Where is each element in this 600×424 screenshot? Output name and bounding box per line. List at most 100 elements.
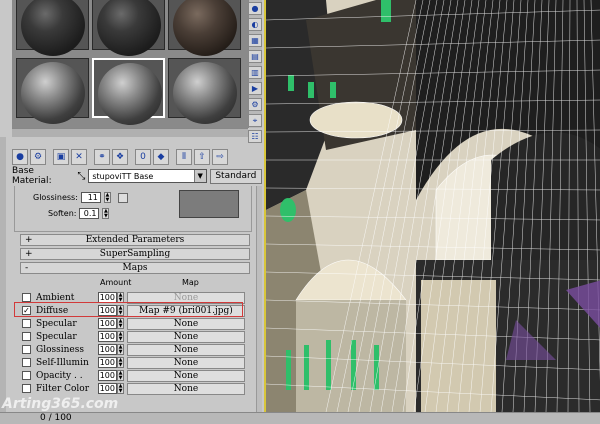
- map-channel-label: Ambient: [36, 292, 75, 303]
- expand-plus-icon: +: [25, 235, 33, 245]
- rollout-extended-parameters[interactable]: + Extended Parameters: [20, 234, 250, 246]
- map-channel-label: Specular: [36, 331, 77, 342]
- map-enable-checkbox[interactable]: [22, 384, 31, 393]
- map-amount-input[interactable]: 100: [98, 383, 117, 394]
- map-slot-button[interactable]: None: [127, 343, 245, 356]
- panel-left-edge: [0, 137, 6, 424]
- backlight-icon[interactable]: ◐: [248, 18, 262, 31]
- map-row-self-illumin: Self-Illumin 100 ▲ ▼ None: [22, 356, 252, 369]
- map-amount-input[interactable]: 100: [98, 318, 117, 329]
- sample-slot-4[interactable]: [16, 58, 89, 124]
- basic-parameters-rollout: Glossiness: 11 ▲ ▼ Soften: 0.1 ▲ ▼: [14, 186, 252, 232]
- map-slot-button[interactable]: None: [127, 330, 245, 343]
- show-map-in-viewport-icon[interactable]: ◆: [153, 149, 169, 165]
- map-amount-spinner[interactable]: ▲ ▼: [117, 383, 124, 394]
- assign-to-selection-icon[interactable]: ▣: [53, 149, 69, 165]
- chevron-down-icon[interactable]: ▼: [193, 170, 206, 182]
- map-amount-spinner[interactable]: ▲ ▼: [117, 318, 124, 329]
- expand-plus-icon: +: [25, 249, 33, 259]
- soften-label: Soften:: [48, 209, 77, 218]
- material-name-dropdown[interactable]: stupoviTT Base ▼: [88, 169, 207, 183]
- slots-horizontal-scrollbar[interactable]: [12, 128, 248, 137]
- map-slot-button[interactable]: None: [127, 356, 245, 369]
- map-amount-input[interactable]: 100: [98, 357, 117, 368]
- map-header: Map: [182, 278, 199, 287]
- map-enable-checkbox[interactable]: [22, 332, 31, 341]
- material-toolbar: ● ⚙ ▣ ✕ ⚭ ❖ 0 ◆ ⫴ ⇧ ⇨: [12, 147, 257, 167]
- map-enable-checkbox[interactable]: [22, 319, 31, 328]
- material-editor-panel: ▲ ▼ ● ⚙ ▣ ✕ ⚭ ❖ 0 ◆ ⫴ ⇧ ⇨ Base Material:…: [0, 0, 264, 424]
- put-to-library-icon[interactable]: ❖: [112, 149, 128, 165]
- rollout-extended-label: Extended Parameters: [85, 235, 185, 245]
- glossiness-input[interactable]: 11: [80, 192, 101, 203]
- rollout-maps-label: Maps: [122, 263, 148, 273]
- map-slot-button[interactable]: None: [127, 382, 245, 395]
- background-icon[interactable]: ▦: [248, 34, 262, 47]
- go-forward-icon[interactable]: ⇨: [212, 149, 228, 165]
- select-by-material-icon[interactable]: ⌖: [248, 114, 262, 127]
- map-channel-label: Self-Illumin: [36, 357, 89, 368]
- highlight-curve-preview: [179, 190, 239, 218]
- sample-slot-2[interactable]: [92, 0, 165, 56]
- make-unique-icon[interactable]: ⚭: [94, 149, 110, 165]
- soften-input[interactable]: 0.1: [79, 208, 100, 219]
- pick-material-icon[interactable]: ⤡: [77, 171, 85, 182]
- rollout-supersampling[interactable]: + SuperSampling: [20, 248, 250, 260]
- watermark-text: Arting365.com: [2, 396, 119, 412]
- reset-map-icon[interactable]: ✕: [71, 149, 87, 165]
- video-color-check-icon[interactable]: ▥: [248, 66, 262, 79]
- perspective-viewport[interactable]: [264, 0, 600, 412]
- sample-slot-5-selected[interactable]: [92, 58, 165, 125]
- map-enable-checkbox[interactable]: [22, 358, 31, 367]
- map-slot-button[interactable]: None: [127, 317, 245, 330]
- map-row-specular: Specular 100 ▲ ▼ None: [22, 317, 252, 330]
- show-end-result-icon[interactable]: ⫴: [176, 149, 192, 165]
- map-amount-spinner[interactable]: ▲ ▼: [117, 331, 124, 342]
- map-amount-input[interactable]: 100: [98, 331, 117, 342]
- uv-tiling-icon[interactable]: ▤: [248, 50, 262, 63]
- glossiness-spinner[interactable]: ▲ ▼: [103, 192, 111, 203]
- map-amount-input[interactable]: 100: [98, 370, 117, 381]
- soften-row: Soften: 0.1 ▲ ▼: [48, 208, 110, 219]
- rollout-supersampling-label: SuperSampling: [99, 249, 171, 259]
- sample-type-icon[interactable]: ●: [248, 2, 262, 15]
- base-material-label: Base Material:: [12, 166, 52, 186]
- map-channel-label: Specular: [36, 318, 77, 329]
- map-enable-checkbox[interactable]: [22, 293, 31, 302]
- collapse-minus-icon: -: [25, 263, 29, 273]
- map-slot-button[interactable]: None: [127, 369, 245, 382]
- map-amount-spinner[interactable]: ▲ ▼: [117, 344, 124, 355]
- options-icon[interactable]: ⚙: [248, 98, 262, 111]
- sample-slot-1[interactable]: [16, 0, 89, 56]
- time-slider-bar[interactable]: 0 / 100: [0, 412, 600, 424]
- map-row-opacity: Opacity . . 100 ▲ ▼ None: [22, 369, 252, 382]
- glossiness-map-button[interactable]: [117, 192, 128, 203]
- map-row-glossiness: Glossiness 100 ▲ ▼ None: [22, 343, 252, 356]
- map-amount-input[interactable]: 100: [98, 344, 117, 355]
- sample-slot-6[interactable]: [168, 58, 241, 124]
- get-material-icon[interactable]: ●: [12, 149, 28, 165]
- glossiness-row: Glossiness: 11 ▲ ▼: [33, 192, 128, 203]
- map-channel-label: Opacity . .: [36, 370, 83, 381]
- go-to-parent-icon[interactable]: ⇧: [194, 149, 210, 165]
- material-type-button[interactable]: Standard: [209, 168, 262, 184]
- map-channel-label: Filter Color: [36, 383, 90, 394]
- map-amount-spinner[interactable]: ▲ ▼: [117, 357, 124, 368]
- amount-header: Amount: [100, 278, 132, 287]
- map-row-specular: Specular 100 ▲ ▼ None: [22, 330, 252, 343]
- make-preview-icon[interactable]: ▶: [248, 82, 262, 95]
- sample-slot-3[interactable]: [168, 0, 241, 56]
- panel-right-scrollbar[interactable]: [256, 186, 262, 416]
- material-navigator-icon[interactable]: ☷: [248, 130, 262, 143]
- side-icon-strip: ● ◐ ▦ ▤ ▥ ▶ ⚙ ⌖ ☷: [246, 0, 264, 170]
- material-effects-channel-icon[interactable]: 0: [135, 149, 151, 165]
- map-channel-label: Glossiness: [36, 344, 84, 355]
- map-amount-spinner[interactable]: ▲ ▼: [117, 370, 124, 381]
- map-enable-checkbox[interactable]: [22, 345, 31, 354]
- frame-counter: 0 / 100: [40, 413, 72, 423]
- wireframe-cathedral-scene: [266, 0, 600, 412]
- soften-spinner[interactable]: ▲ ▼: [102, 208, 110, 219]
- put-to-scene-icon[interactable]: ⚙: [30, 149, 46, 165]
- rollout-maps[interactable]: - Maps: [20, 262, 250, 274]
- map-enable-checkbox[interactable]: [22, 371, 31, 380]
